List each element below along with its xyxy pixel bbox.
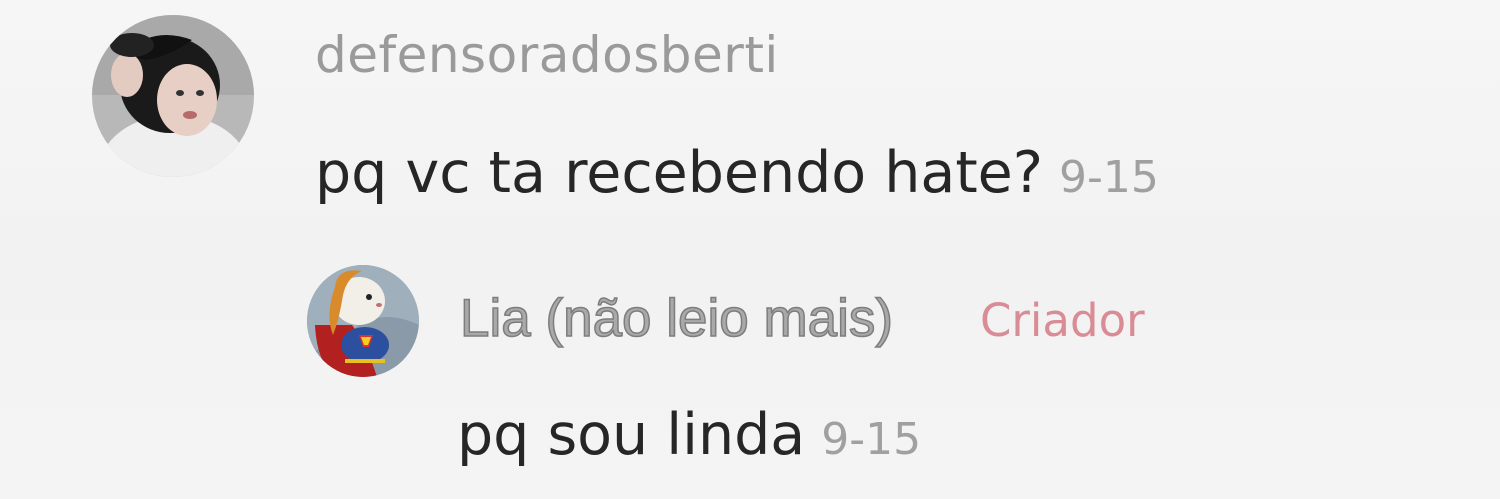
comment-body: pq vc ta recebendo hate? 9-15 bbox=[315, 140, 1159, 206]
reply-text: pq sou linda bbox=[457, 402, 806, 468]
reply-body: pq sou linda 9-15 bbox=[457, 402, 921, 468]
commenter-avatar[interactable] bbox=[92, 15, 254, 177]
comment-text: pq vc ta recebendo hate? bbox=[315, 140, 1044, 206]
reply-avatar[interactable] bbox=[307, 265, 419, 377]
comment-thread: defensoradosberti pq vc ta recebendo hat… bbox=[0, 0, 1500, 499]
commenter-username[interactable]: defensoradosberti bbox=[315, 26, 779, 84]
reply-username[interactable]: Lia (não leio mais) bbox=[459, 288, 894, 349]
reply-date: 9-15 bbox=[821, 414, 922, 465]
comment-date: 9-15 bbox=[1059, 152, 1159, 203]
creator-badge: Criador bbox=[980, 294, 1145, 347]
